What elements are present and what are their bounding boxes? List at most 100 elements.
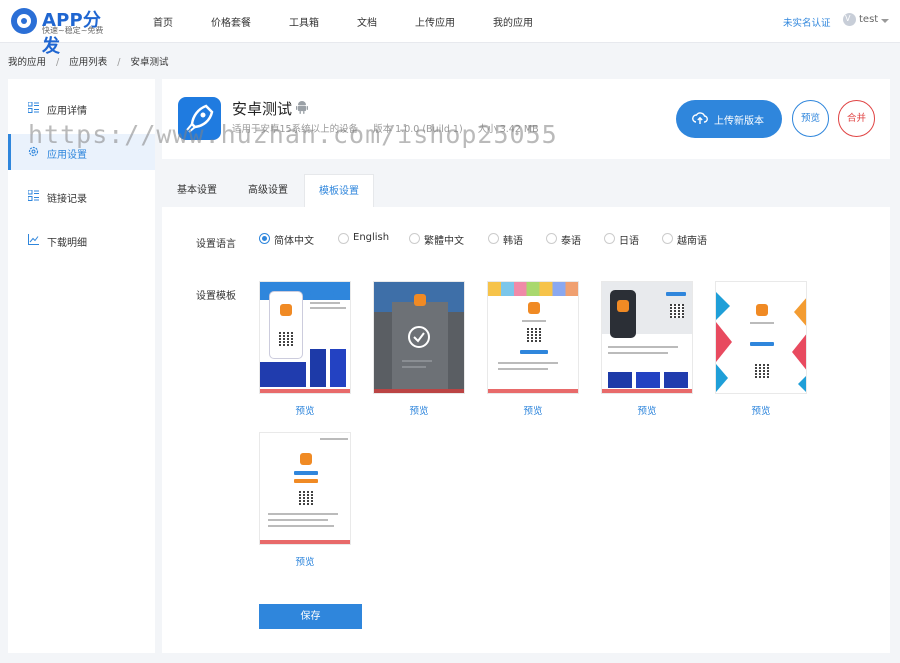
sidebar-item-app-settings[interactable]: 应用设置 [8,134,155,170]
breadcrumb-item-current: 安卓测试 [130,57,169,68]
upload-button-label: 上传新版本 [714,116,764,127]
app-requirement: 适用于安卓15系统以上的设备 [232,124,359,135]
tab-advanced-settings[interactable]: 高级设置 [233,174,303,208]
tab-basic-settings[interactable]: 基本设置 [162,174,232,208]
brand-slogan: 快速~稳定~免费 [42,26,104,35]
radio-label: 繁體中文 [424,236,464,247]
template-thumbnail-1[interactable] [259,281,351,394]
template-preview-link-3[interactable]: 预览 [487,403,579,417]
gear-icon [28,146,39,157]
avatar[interactable]: V [843,13,856,26]
mini-text-line [608,352,668,354]
radio-dot [546,233,557,244]
template-thumbnail-6[interactable] [259,432,351,545]
mini-app-logo [617,300,629,312]
preview-button[interactable]: 预览 [792,100,829,137]
android-icon [296,101,308,114]
merge-button[interactable]: 合并 [838,100,875,137]
mini-text-line [310,302,340,304]
mini-download-button [310,291,334,295]
sidebar-item-link-records[interactable]: 链接记录 [8,178,155,214]
logo-icon [11,8,37,34]
radio-dot [604,233,615,244]
mini-banner-image [636,372,660,388]
mini-text-line [608,346,678,348]
template-header-strip [488,282,578,296]
nav-my-apps[interactable]: 我的应用 [493,14,533,29]
mini-app-logo [528,302,540,314]
top-navbar: APP分发 快速~稳定~免费 首页 价格套餐 工具箱 文档 上传应用 我的应用 … [0,0,900,57]
mini-qr-code [299,491,313,505]
mini-app-logo [756,304,768,316]
mini-banner-image [608,372,632,388]
template-preview-link-1[interactable]: 预览 [259,403,351,417]
chart-icon [28,234,39,245]
template-thumbnail-4[interactable] [601,281,693,394]
mini-text-line [498,362,558,364]
mini-qr-code [755,364,769,378]
sidebar-item-label: 应用设置 [47,150,87,161]
radio-dot [338,233,349,244]
mini-download-button [294,471,318,475]
nav-docs[interactable]: 文档 [357,14,377,29]
mini-app-logo [300,453,312,465]
breadcrumb-item-app-list[interactable]: 应用列表 [69,57,107,68]
mini-download-button [750,342,774,346]
template-settings-panel: 设置语言 简体中文 English 繁體中文 韩语 泰语 日语 越南语 设置模板… [162,207,890,653]
template-preview-link-5[interactable]: 预览 [715,403,807,417]
template-footer-bar [260,389,350,393]
tab-template-settings[interactable]: 模板设置 [304,174,374,208]
template-preview-link-2[interactable]: 预览 [373,403,465,417]
mini-download-button [520,350,548,354]
template-preview-link-6[interactable]: 预览 [259,554,351,568]
mini-text-line [320,438,348,440]
mini-text-line [268,525,334,527]
mini-text-line [268,519,328,521]
mini-text-line [402,366,426,368]
radio-label: 日语 [619,236,639,247]
mini-download-button [294,479,318,483]
main-nav: 首页 价格套餐 工具箱 文档 上传应用 我的应用 [153,14,571,29]
app-meta: 适用于安卓15系统以上的设备 版本 1.0.0 (Build 1) 大小 3.4… [232,121,551,135]
mini-banner-image [310,349,326,387]
mini-text-line [402,360,432,362]
phone-mockup [269,291,303,359]
nav-upload-app[interactable]: 上传应用 [415,14,455,29]
sidebar-item-download-details[interactable]: 下载明细 [8,222,155,258]
nav-home[interactable]: 首页 [153,14,173,29]
sidebar-item-label: 下载明细 [47,238,87,249]
nav-toolbox[interactable]: 工具箱 [289,14,319,29]
language-label: 设置语言 [196,239,236,250]
template-thumbnail-3[interactable] [487,281,579,394]
template-label: 设置模板 [196,291,236,302]
mini-qr-code [527,328,541,342]
verification-link[interactable]: 未实名认证 [783,15,831,29]
radio-dot [259,233,270,244]
save-button[interactable]: 保存 [259,604,362,629]
radio-dot [662,233,673,244]
mini-qr-code [279,332,293,346]
selected-check-icon [408,326,430,348]
chevron-down-icon[interactable] [881,19,889,23]
breadcrumb-item-my-apps[interactable]: 我的应用 [8,57,46,68]
radio-label: English [353,232,390,243]
brand-logo[interactable]: APP分发 快速~稳定~免费 [11,7,111,57]
radio-label: 韩语 [503,236,523,247]
mini-banner-image [260,362,306,387]
breadcrumb: 我的应用 / 应用列表 / 安卓测试 [8,54,168,68]
mini-app-logo [280,304,292,316]
app-header-card: 安卓测试 适用于安卓15系统以上的设备 版本 1.0.0 (Build 1) 大… [162,79,890,159]
template-thumbnail-2[interactable] [373,281,465,394]
list-icon [28,102,39,113]
avatar-letter: V [845,14,851,23]
template-footer-bar [260,540,350,544]
template-thumbnail-5[interactable] [715,281,807,394]
nav-pricing[interactable]: 价格套餐 [211,14,251,29]
user-name[interactable]: test [859,14,878,25]
sidebar-item-app-details[interactable]: 应用详情 [8,90,155,126]
sidebar-item-label: 链接记录 [47,194,87,205]
upload-new-version-button[interactable]: 上传新版本 [676,100,782,138]
app-size: 大小 3.42 MB [477,124,539,135]
app-name: 安卓测试 [232,100,293,118]
template-preview-link-4[interactable]: 预览 [601,403,693,417]
